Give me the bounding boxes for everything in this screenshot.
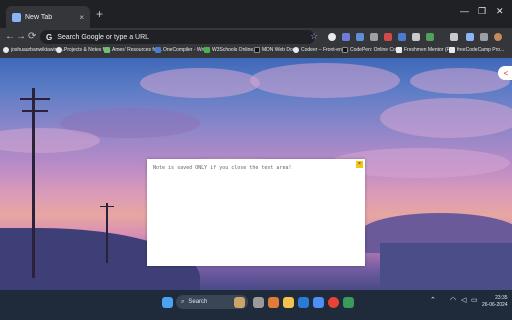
store-icon[interactable] [313,297,324,308]
profile-avatar[interactable] [494,33,502,41]
bookmark-item[interactable]: OneCompiler - Writ... [155,47,210,53]
wifi-icon[interactable]: ◠ [450,296,456,304]
wallpaper-cloud [0,128,100,153]
file-explorer-icon[interactable] [283,297,294,308]
extension-icon[interactable] [412,33,420,41]
bookmark-favicon-icon [254,47,260,53]
sidebar-icon[interactable] [480,33,488,41]
task-view-icon[interactable] [253,297,264,308]
google-icon: G [46,32,53,42]
bookmark-item[interactable]: MDN Web Docs [254,47,298,53]
bookmark-favicon-icon [155,47,161,53]
tab-new-tab[interactable]: New Tab × [6,6,90,28]
extension-icon[interactable] [370,33,378,41]
app-icon[interactable] [343,297,354,308]
wallpaper-power-pole [106,203,108,263]
extension-icon[interactable] [356,33,364,41]
tab-close-icon[interactable]: × [79,13,84,22]
clock-time: 23:35 [495,295,508,301]
extension-icon[interactable] [384,33,392,41]
bookmark-favicon-icon [293,47,299,53]
bookmark-favicon-icon [342,47,348,53]
wallpaper-power-pole [100,206,114,207]
wallpaper-hill [380,243,512,290]
browser-toolbar: ← → ⟳ G Search Google or type a URL ☆ [0,28,512,46]
extension-icon[interactable] [342,33,350,41]
tray-chevron-icon[interactable]: ⌃ [430,296,436,304]
note-close-button[interactable]: × [356,161,363,168]
download-icon[interactable] [466,33,474,41]
bookmark-item[interactable]: Freshmen Mentor (F... [396,47,453,53]
wallpaper-power-pole [32,88,35,278]
volume-icon[interactable]: ◁ [461,296,466,304]
clock-date: 26-06-2024 [482,302,508,308]
bookmark-favicon-icon [204,47,210,53]
extension-icon[interactable] [398,33,406,41]
bookmark-favicon-icon [396,47,402,53]
address-bar-placeholder: Search Google or type a URL [57,33,150,41]
chrome-icon[interactable] [328,297,339,308]
new-tab-button[interactable]: + [96,8,103,20]
app-icon[interactable] [268,297,279,308]
extension-icon[interactable] [426,33,434,41]
widgets-icon[interactable] [234,297,245,308]
minimize-button[interactable]: — [460,6,469,16]
bookmark-item[interactable]: Ames' Resources for... [104,47,162,53]
search-icon: ⌕ [181,298,185,305]
note-placeholder: Note is saved ONLY if you close the text… [153,165,292,171]
bookmark-item[interactable]: CodePen: Online Co... [342,47,400,53]
wallpaper-cloud [380,98,512,138]
wallpaper-power-pole [22,110,48,112]
taskbar: ⌕ Search ⌃ ◠ ◁ ▭ 23:35 26-06-2024 [0,290,512,320]
bookmark-star-icon[interactable]: ☆ [310,31,318,42]
reload-button[interactable]: ⟳ [28,30,36,44]
wallpaper-cloud [410,68,510,94]
wallpaper-power-pole [20,98,50,100]
extension-side-button[interactable]: < [498,66,512,80]
edge-icon[interactable] [298,297,309,308]
address-bar[interactable]: G Search Google or type a URL [40,30,315,44]
github-icon [56,47,62,53]
taskbar-search-label: Search [188,299,208,305]
new-tab-favicon-icon [12,12,21,22]
tab-strip: New Tab × + — ❐ ✕ [0,0,512,28]
extension-icon[interactable] [328,33,336,41]
bookmark-favicon-icon [449,47,455,53]
back-button[interactable]: ← [5,30,15,44]
extensions-puzzle-icon[interactable] [450,33,458,41]
windows-start-icon[interactable] [162,297,173,308]
github-icon [3,47,9,53]
wallpaper-cloud [250,63,400,98]
close-window-button[interactable]: ✕ [496,6,504,17]
tab-title: New Tab [25,13,53,21]
bookmark-item[interactable]: Projects & Notes fo... [56,47,111,53]
bookmark-item[interactable]: W3Schools Online... [204,47,257,53]
battery-icon[interactable]: ▭ [471,296,478,304]
wallpaper-cloud [140,68,260,98]
bookmark-favicon-icon [104,47,110,53]
note-text-area[interactable]: Note is saved ONLY if you close the text… [147,159,365,266]
bookmark-item[interactable]: freeCodeCamp Pro... [449,47,504,53]
bookmark-item[interactable]: Codeer – Front-end... [293,47,349,53]
maximize-button[interactable]: ❐ [478,6,486,17]
taskbar-clock[interactable]: 23:35 26-06-2024 [482,295,508,309]
forward-button[interactable]: → [16,30,26,44]
